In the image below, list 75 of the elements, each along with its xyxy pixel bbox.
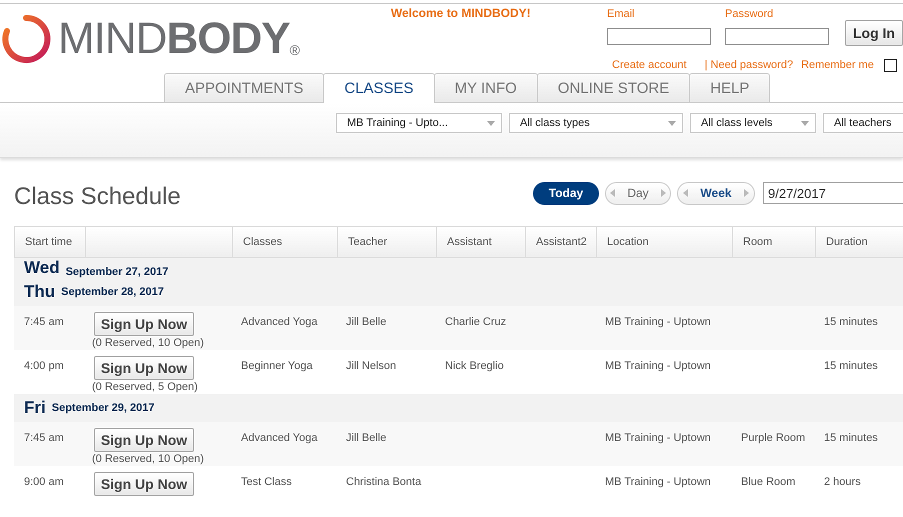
table-cell-text: MB Training - Uptown [604,431,712,446]
dropdown-caret-icon [668,120,676,126]
dropdown-caret-icon [487,120,495,126]
column-header: Start time [24,235,74,250]
day-name: Wed [24,258,60,278]
nav-tab[interactable]: HELP [689,73,770,102]
date-nav-button[interactable]: Day [605,182,671,204]
right-arrow-icon [744,189,749,197]
page-title: Class Schedule [14,183,182,211]
table-cell-text: 15 minutes [823,431,879,446]
table-cell-text: Advanced Yoga [240,431,318,446]
column-header: Assistant [436,227,525,257]
start-time: 9:00 am [23,475,65,490]
table-cell-text: Beginner Yoga [240,359,314,374]
date-nav-button[interactable]: Today [533,182,599,204]
column-header: Room [732,227,815,257]
filter-dropdown[interactable]: MB Training - Upto... [336,113,502,133]
table-cell-text: Jill Belle [345,431,388,446]
logo-ring-icon [0,13,52,65]
table-cell-text: Charlie Cruz [444,315,508,330]
table-cell-text: Jill Belle [345,315,388,330]
table-cell-text: Advanced Yoga [240,315,318,330]
table-cell-text: Christina Bonta [345,475,422,490]
table-cell-text: Jill Nelson [345,359,398,374]
column-header: Teacher [337,227,436,257]
table-cell-text: 15 minutes [823,359,879,374]
left-arrow-icon [610,189,616,197]
table-cell-text: MB Training - Uptown [604,315,712,330]
date-field[interactable]: 9/27/2017 [763,182,903,204]
nav-tab[interactable]: MY INFO [434,73,538,102]
table-cell-text: Nick Breglio [444,359,505,374]
email-label: Email [607,8,636,21]
availability-text: (0 Reserved, 10 Open) [92,453,204,465]
column-header: Location [596,227,732,257]
table-cell-text: 2 hours [823,475,862,490]
dropdown-caret-icon [801,120,809,126]
table-cell-text: Blue Room [740,475,796,490]
table-cell-text: MB Training - Uptown [604,475,712,490]
day-date: September 27, 2017 [66,266,168,278]
table-cell-text: Test Class [240,475,293,490]
nav-tab[interactable]: CLASSES [323,73,435,103]
table-cell-text: Purple Room [740,431,806,446]
day-date: September 28, 2017 [61,286,164,298]
remember-me-label: Remember me [801,59,874,72]
start-time: 7:45 am [23,315,65,330]
start-time: 7:45 am [23,431,65,446]
day-name: Fri [24,398,46,418]
availability-text: (0 Reserved, 10 Open) [92,337,204,349]
column-header: Assistant2 [525,227,596,257]
welcome-message: Welcome to MINDBODY! [390,6,532,20]
date-nav-button[interactable]: Week [677,182,755,204]
left-arrow-icon [683,189,688,197]
sign-up-button[interactable]: Sign Up Now [94,428,194,452]
sign-up-button[interactable]: Sign Up Now [94,472,194,496]
remember-me-checkbox[interactable] [884,58,897,72]
filter-dropdown[interactable]: All class types [509,113,683,133]
right-arrow-icon [660,189,666,197]
login-button[interactable]: Log In [845,20,903,46]
table-cell-text: 15 minutes [823,315,879,330]
password-label: Password [725,8,774,21]
column-header: Classes [232,227,337,257]
email-field[interactable] [607,28,711,45]
nav-tab[interactable]: APPOINTMENTS [164,73,324,102]
nav-tab[interactable]: ONLINE STORE [536,73,690,102]
table-cell-text: MB Training - Uptown [604,359,712,374]
availability-text: (0 Reserved, 5 Open) [92,381,198,393]
day-date: September 29, 2017 [52,402,154,414]
day-name: Thu [24,282,56,302]
filter-dropdown[interactable]: All class levels [690,113,816,133]
sign-up-button[interactable]: Sign Up Now [94,356,194,380]
start-time: 4:00 pm [23,359,65,374]
sign-up-button[interactable]: Sign Up Now [94,312,194,336]
column-header: Duration [815,227,903,257]
password-field[interactable] [725,28,829,45]
filter-dropdown[interactable]: All teachers [823,113,903,133]
